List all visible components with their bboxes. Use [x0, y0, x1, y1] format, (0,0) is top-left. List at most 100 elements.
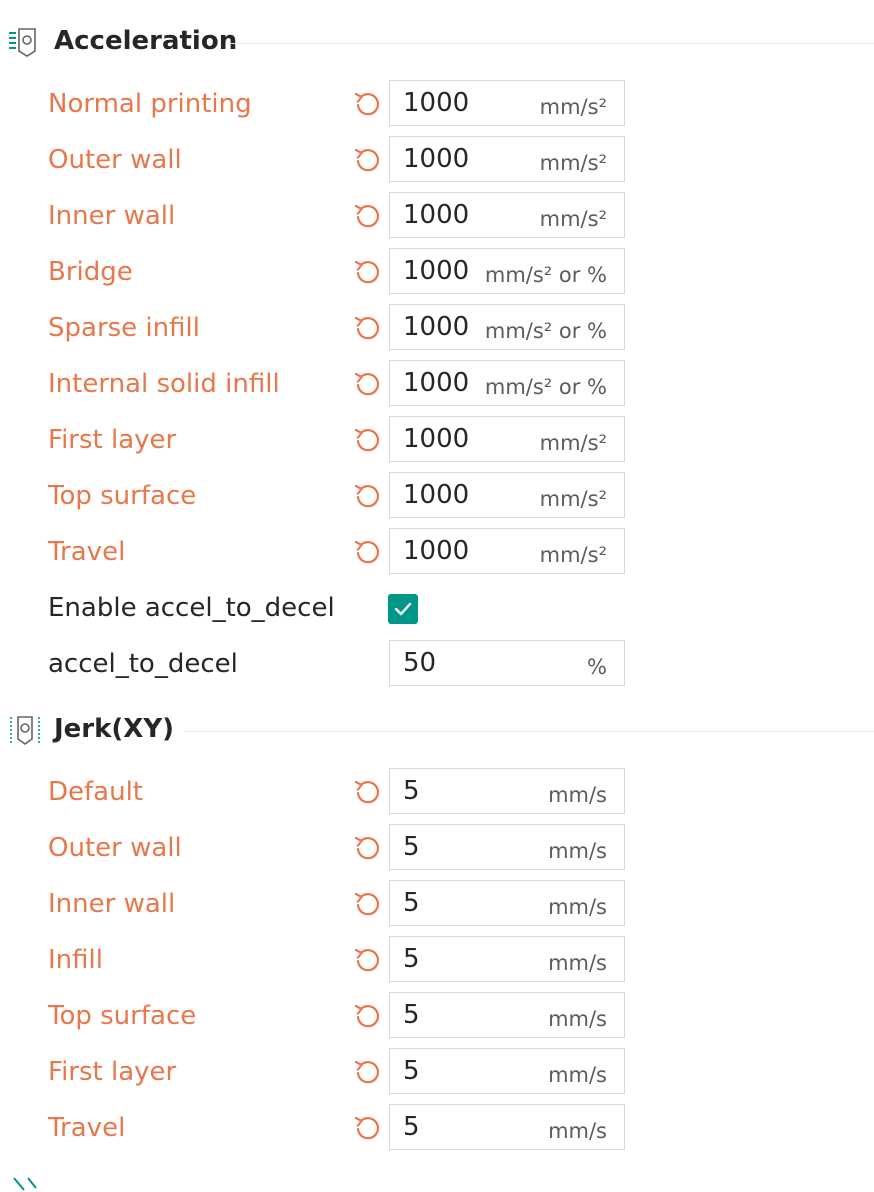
field-unit: mm/s² or % [484, 319, 607, 343]
field-value: 1000 [403, 256, 470, 286]
field-value: 50 [403, 648, 437, 678]
reset-to-default-icon[interactable] [352, 313, 382, 343]
setting-input[interactable]: 1000 mm/s² or % [389, 248, 625, 294]
field-value: 5 [403, 1000, 420, 1030]
field-unit: mm/s² [539, 207, 607, 231]
reset-to-default-icon[interactable] [352, 833, 382, 863]
setting-label: Normal printing [48, 89, 252, 119]
field-value: 5 [403, 888, 420, 918]
reset-to-default-icon[interactable] [352, 889, 382, 919]
field-value: 1000 [403, 200, 470, 230]
section-divider [184, 731, 874, 732]
reset-to-default-icon[interactable] [352, 201, 382, 231]
field-unit: mm/s² [539, 543, 607, 567]
acceleration-setting-row: Internal solid infill 1000 mm/s² or % [0, 360, 874, 408]
setting-label: Default [48, 777, 143, 807]
reset-to-default-icon[interactable] [352, 481, 382, 511]
setting-label: Bridge [48, 257, 133, 287]
acceleration-setting-row: First layer 1000 mm/s² [0, 416, 874, 464]
field-unit: % [587, 655, 607, 679]
setting-input[interactable]: 5 mm/s [389, 768, 625, 814]
setting-input[interactable]: 1000 mm/s² [389, 472, 625, 518]
field-value: 1000 [403, 536, 470, 566]
setting-label: Inner wall [48, 201, 176, 231]
field-value: 5 [403, 832, 420, 862]
field-unit: mm/s² or % [484, 263, 607, 287]
jerk-settings-icon [10, 716, 40, 745]
jerk-setting-row: First layer 5 mm/s [0, 1048, 874, 1096]
setting-input[interactable]: 5 mm/s [389, 1104, 625, 1150]
acceleration-setting-row: Bridge 1000 mm/s² or % [0, 248, 874, 296]
field-unit: mm/s [548, 951, 607, 975]
setting-input[interactable]: 5 mm/s [389, 992, 625, 1038]
acceleration-setting-row: Travel 1000 mm/s² [0, 528, 874, 576]
setting-label: Sparse infill [48, 313, 200, 343]
reset-to-default-icon[interactable] [352, 425, 382, 455]
setting-input[interactable]: 1000 mm/s² [389, 136, 625, 182]
setting-input[interactable]: 1000 mm/s² or % [389, 360, 625, 406]
setting-input[interactable]: 1000 mm/s² [389, 192, 625, 238]
field-value: 1000 [403, 368, 470, 398]
next-section-icon [13, 1177, 37, 1191]
acceleration-setting-row: Sparse infill 1000 mm/s² or % [0, 304, 874, 352]
setting-label: Inner wall [48, 889, 176, 919]
field-unit: mm/s [548, 895, 607, 919]
field-value: 5 [403, 944, 420, 974]
setting-label: Infill [48, 945, 103, 975]
setting-input[interactable]: 5 mm/s [389, 1048, 625, 1094]
setting-label: Travel [48, 1113, 126, 1143]
reset-to-default-icon[interactable] [352, 1057, 382, 1087]
setting-label: Travel [48, 537, 126, 567]
field-value: 1000 [403, 144, 470, 174]
field-unit: mm/s [548, 1063, 607, 1087]
setting-input[interactable]: 1000 mm/s² [389, 528, 625, 574]
field-unit: mm/s² [539, 95, 607, 119]
reset-to-default-icon[interactable] [352, 369, 382, 399]
jerk-setting-row: Infill 5 mm/s [0, 936, 874, 984]
reset-to-default-icon[interactable] [352, 257, 382, 287]
accel-to-decel-input[interactable]: 50 % [389, 640, 625, 686]
enable-accel-to-decel-label: Enable accel_to_decel [48, 593, 335, 623]
reset-to-default-icon[interactable] [352, 145, 382, 175]
reset-to-default-icon[interactable] [352, 1113, 382, 1143]
field-value: 1000 [403, 480, 470, 510]
setting-input[interactable]: 5 mm/s [389, 824, 625, 870]
acceleration-setting-row: Top surface 1000 mm/s² [0, 472, 874, 520]
jerk-setting-row: Travel 5 mm/s [0, 1104, 874, 1152]
setting-input[interactable]: 1000 mm/s² or % [389, 304, 625, 350]
acceleration-title: Acceleration [54, 26, 238, 56]
setting-input[interactable]: 1000 mm/s² [389, 416, 625, 462]
field-unit: mm/s [548, 839, 607, 863]
field-value: 5 [403, 1056, 420, 1086]
setting-label: First layer [48, 425, 177, 455]
setting-input[interactable]: 5 mm/s [389, 880, 625, 926]
jerk-title: Jerk(XY) [54, 714, 175, 744]
acceleration-section-header: Acceleration [0, 22, 874, 62]
accel-to-decel-row: accel_to_decel 50 % [0, 640, 874, 688]
setting-input[interactable]: 5 mm/s [389, 936, 625, 982]
jerk-setting-row: Default 5 mm/s [0, 768, 874, 816]
setting-label: Top surface [48, 1001, 197, 1031]
field-unit: mm/s² [539, 151, 607, 175]
checkmark-icon [394, 602, 412, 616]
jerk-setting-row: Top surface 5 mm/s [0, 992, 874, 1040]
field-unit: mm/s² [539, 487, 607, 511]
setting-label: First layer [48, 1057, 177, 1087]
jerk-setting-row: Inner wall 5 mm/s [0, 880, 874, 928]
field-unit: mm/s [548, 1007, 607, 1031]
field-unit: mm/s [548, 783, 607, 807]
field-unit: mm/s² [539, 431, 607, 455]
enable-accel-to-decel-checkbox[interactable] [388, 594, 418, 624]
field-value: 1000 [403, 424, 470, 454]
reset-to-default-icon[interactable] [352, 537, 382, 567]
setting-input[interactable]: 1000 mm/s² [389, 80, 625, 126]
reset-to-default-icon[interactable] [352, 777, 382, 807]
jerk-section-header: Jerk(XY) [0, 710, 874, 750]
setting-label: Top surface [48, 481, 197, 511]
field-value: 1000 [403, 88, 470, 118]
reset-to-default-icon[interactable] [352, 945, 382, 975]
setting-label: Internal solid infill [48, 369, 280, 399]
reset-to-default-icon[interactable] [352, 89, 382, 119]
setting-label: Outer wall [48, 833, 182, 863]
reset-to-default-icon[interactable] [352, 1001, 382, 1031]
